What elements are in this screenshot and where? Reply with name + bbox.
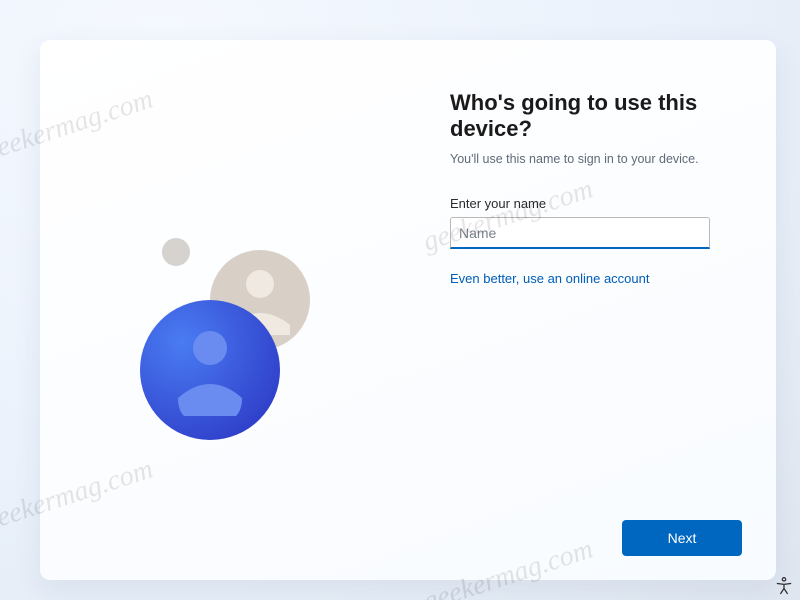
online-account-link[interactable]: Even better, use an online account <box>450 271 649 286</box>
setup-form: Who's going to use this device? You'll u… <box>450 90 736 288</box>
dot-icon <box>162 238 190 266</box>
setup-card: Who's going to use this device? You'll u… <box>40 40 776 580</box>
page-title: Who's going to use this device? <box>450 90 736 142</box>
name-label: Enter your name <box>450 196 736 211</box>
avatar-small-icon <box>210 250 310 350</box>
page-subtitle: You'll use this name to sign in to your … <box>450 152 736 166</box>
user-artwork <box>130 230 350 450</box>
name-input[interactable] <box>450 217 710 249</box>
next-button[interactable]: Next <box>622 520 742 556</box>
avatar-large-icon <box>140 300 280 440</box>
accessibility-icon[interactable] <box>774 576 794 596</box>
